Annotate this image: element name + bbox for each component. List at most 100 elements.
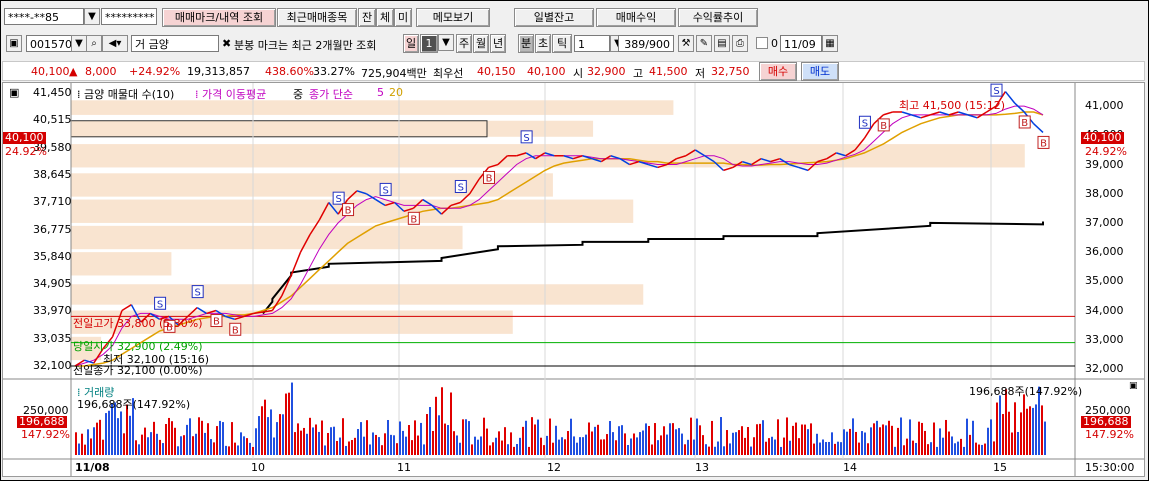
volume-bar [207, 423, 209, 455]
period-month-button[interactable]: 월 [473, 34, 489, 53]
speaker-icon[interactable]: ◀▾ [102, 35, 128, 52]
volume-bar [489, 445, 491, 455]
period-week-button[interactable]: 주 [456, 34, 472, 53]
recent-trades-button[interactable]: 최근매매종목 [277, 8, 357, 27]
volume-bar [582, 437, 584, 455]
stock-name-field[interactable]: 거 금양 [131, 35, 219, 52]
volume: 19,313,857 [187, 65, 250, 78]
volume-bar [693, 439, 695, 455]
interval-select[interactable]: 1 [574, 35, 610, 52]
chart-panel[interactable]: SBSBBSBSBSBSSBSBB ▣ ⁞ 금양 매물대 수(10) ⁞ 가격 … [2, 82, 1145, 477]
chart-settings-icon[interactable]: ▣ [9, 86, 19, 99]
volume-bar [357, 429, 359, 455]
period-tick-button[interactable]: 틱 [552, 34, 572, 53]
period-minute-button[interactable]: 분 [518, 34, 534, 53]
date-field[interactable]: 11/09 [780, 35, 822, 52]
volume-bar [168, 417, 170, 455]
volume-bar [258, 416, 260, 455]
prev-high-annotation: 전일고가 33,800 (5.30%) [73, 317, 203, 330]
unfilled-button[interactable]: 미 [394, 8, 412, 27]
volume-bar [648, 425, 650, 455]
change-percent: +24.92% [129, 65, 181, 78]
password-field[interactable]: ********* [101, 8, 157, 25]
x-tick: 15:30:00 [1085, 461, 1135, 474]
trade-mark-query-button[interactable]: 매매마크/내역 조회 [162, 8, 276, 27]
code-dropdown-icon[interactable]: ▼ [71, 35, 87, 52]
volume-bar [177, 446, 179, 455]
volume-bar [933, 422, 935, 455]
volume-bar [705, 444, 707, 455]
volume-bar [786, 417, 788, 455]
volume-bar [900, 417, 902, 455]
price-chart[interactable]: SBSBBSBSBSBSS BSBB [3, 83, 1144, 476]
volume-value-right: 196,688주(147.92%) [969, 385, 1083, 398]
drawing-icon[interactable]: ✎ [696, 35, 712, 52]
volume-bar [609, 421, 611, 455]
volume-bar [525, 420, 527, 455]
save-icon[interactable]: ▤ [714, 35, 730, 52]
volume-bar [594, 426, 596, 455]
return-trend-button[interactable]: 수익률추이 [678, 8, 758, 27]
volume-bar [684, 444, 686, 455]
volume-bar [912, 440, 914, 455]
account-dropdown-icon[interactable]: ▼ [84, 8, 100, 25]
quote-bar: 40,100 ▲ 8,000 +24.92% 19,313,857 438.60… [2, 61, 1145, 81]
volume-bar [345, 445, 347, 455]
volume-bar [909, 419, 911, 455]
volume-bar [453, 431, 455, 455]
trade-profit-button[interactable]: 매매수익 [596, 8, 676, 27]
memo-button[interactable]: 메모보기 [416, 8, 490, 27]
period-day-count[interactable]: 1 [420, 34, 438, 53]
volume-bar [894, 446, 896, 455]
volume-bar [618, 426, 620, 455]
filled-button[interactable]: 체 [376, 8, 394, 27]
count-field[interactable]: 389/900 [618, 35, 674, 52]
print-icon[interactable]: ⎙ [732, 35, 748, 52]
chart-tools-icon[interactable]: ⚒ [678, 35, 694, 52]
volume-bar [372, 432, 374, 455]
volume-bar [768, 438, 770, 455]
volume-bar [606, 434, 608, 455]
period-second-button[interactable]: 초 [535, 34, 551, 53]
sell-mark: S [454, 179, 467, 193]
volume-bar [915, 442, 917, 455]
volume-bar [282, 414, 284, 455]
volume-bar [261, 406, 263, 455]
volume-close-icon[interactable]: ▣ [1129, 381, 1138, 391]
balance-button[interactable]: 잔 [358, 8, 376, 27]
period-year-button[interactable]: 년 [490, 34, 506, 53]
daily-balance-button[interactable]: 일별잔고 [514, 8, 594, 27]
layout-icon[interactable]: ▣ [6, 35, 22, 52]
search-icon[interactable]: ⌕ [86, 35, 102, 52]
period-day-button[interactable]: 일 [403, 34, 419, 53]
volume-bar [1008, 411, 1010, 455]
buy-button[interactable]: 매수 [759, 62, 797, 81]
volume-bar [408, 425, 410, 455]
volume-bar [510, 432, 512, 455]
volume-bar [810, 423, 812, 455]
volume-bar [201, 420, 203, 455]
legend-mid: 중 [293, 88, 304, 101]
volume-bar [753, 437, 755, 455]
calendar-icon[interactable]: ▦ [822, 35, 838, 52]
volume-bar [486, 428, 488, 455]
volume-bar [837, 441, 839, 455]
volume-bar [1011, 432, 1013, 455]
volume-bar [369, 444, 371, 455]
volume-bar [576, 442, 578, 455]
volume-bar [903, 445, 905, 455]
volume-bar [1014, 402, 1016, 455]
mark-letter: B [486, 173, 493, 184]
volume-bar [183, 435, 185, 455]
period-dropdown-icon[interactable]: ▼ [438, 34, 454, 51]
volume-bar [813, 443, 815, 455]
volume-bar [501, 440, 503, 455]
sell-button[interactable]: 매도 [801, 62, 839, 81]
volume-bar [990, 419, 992, 455]
volume-bar [570, 418, 572, 455]
stock-code-input[interactable]: 001570 [26, 35, 72, 52]
volume-bar [210, 439, 212, 455]
volume-bar [336, 440, 338, 455]
checkbox[interactable] [756, 37, 768, 49]
account-select[interactable]: ****-**85 [4, 8, 84, 25]
